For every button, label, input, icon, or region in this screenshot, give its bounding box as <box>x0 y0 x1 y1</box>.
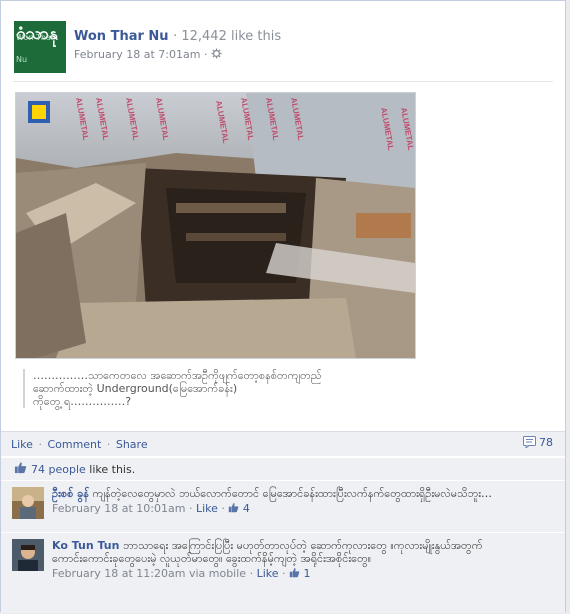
meta-separator: · <box>249 567 254 580</box>
action-links: Like · Comment · Share <box>11 438 148 451</box>
action-separator: · <box>106 438 111 451</box>
likes-suffix: like this. <box>85 463 136 476</box>
post-photo[interactable]: ALUMETAL ALUMETAL ALUMETAL ALUMETAL ALUM… <box>15 92 416 359</box>
caption-line: ဆောက်ထားတဲ့ Underground(မြေအောက်ခန်း) <box>33 382 238 395</box>
comment-meta: February 18 at 11:20am via mobile · Like… <box>52 567 542 580</box>
gear-icon[interactable] <box>211 48 222 59</box>
thumbs-up-icon <box>14 462 27 474</box>
post-card: ဝံသာနု Won Thar Nu Won Thar Nu · 12,442 … <box>0 0 566 613</box>
comment-count-number: 78 <box>539 436 553 449</box>
comment-timestamp[interactable]: February 18 at 10:01am <box>52 502 185 515</box>
caption-line: ……………သာကေတလေ အဆောက်အဦကိုဖျက်တော့စနစ်တကျတ… <box>33 369 322 382</box>
thumbs-up-icon <box>229 503 239 513</box>
comment-meta: February 18 at 10:01am · Like · 4 <box>52 502 542 515</box>
post-timestamp[interactable]: February 18 at 7:01am <box>74 48 200 61</box>
likes-text: 74 people like this. <box>31 463 135 476</box>
author-name-link[interactable]: Won Thar Nu <box>74 29 169 44</box>
meta-separator: · <box>188 502 193 515</box>
comment-like-button[interactable]: Like <box>196 502 218 515</box>
commenter-name[interactable]: Ko Tun Tun <box>52 539 119 552</box>
likes-summary: 74 people like this. <box>1 457 565 480</box>
post-author: Won Thar Nu · 12,442 like this <box>74 29 281 44</box>
comment-body: ဦးစစ် ခွန် ကျန်တဲ့လေတွေမှာလဲ ဘယ်လောက်တော… <box>52 487 542 515</box>
share-button[interactable]: Share <box>116 438 148 451</box>
commenter-avatar[interactable] <box>12 487 44 519</box>
page-avatar[interactable]: ဝံသာနု Won Thar Nu <box>14 21 66 73</box>
comment-body: Ko Tun Tun ဘာသာရေး အကြောင်းပြပြီး မဟုတ်တ… <box>52 539 542 580</box>
comment-like-count[interactable]: 1 <box>304 567 311 580</box>
comment-button[interactable]: Comment <box>47 438 101 451</box>
comment-count[interactable]: 78 <box>522 436 553 450</box>
comment-icon <box>522 436 536 450</box>
likes-people-link[interactable]: 74 people <box>31 463 86 476</box>
post-actions-bar: Like · Comment · Share 78 <box>1 431 565 456</box>
meta-separator: · <box>203 48 208 61</box>
caption-line: ကိုတွေ့ ရ……………? <box>33 395 132 408</box>
action-separator: · <box>38 438 42 451</box>
comment-like-button[interactable]: Like <box>257 567 279 580</box>
comment-timestamp[interactable]: February 18 at 11:20am <box>52 567 185 580</box>
photo-image: ALUMETAL ALUMETAL ALUMETAL ALUMETAL ALUM… <box>16 93 415 358</box>
post-meta: February 18 at 7:01am · <box>74 48 222 61</box>
commenter-avatar[interactable] <box>12 539 44 571</box>
comment-item: Ko Tun Tun ဘာသာရေး အကြောင်းပြပြီး မဟုတ်တ… <box>1 532 565 613</box>
post-caption: ……………သာကေတလေ အဆောက်အဦကိုဖျက်တော့စနစ်တကျတ… <box>23 369 393 408</box>
comment-via: via mobile <box>188 567 247 580</box>
thumbs-up-icon <box>289 568 300 578</box>
comment-text: ကျန်တဲ့လေတွေမှာလဲ ဘယ်လောက်တောင် မြေအောင်… <box>88 487 493 500</box>
avatar-subtitle: Won Thar Nu <box>16 33 55 64</box>
comment-like-count[interactable]: 4 <box>243 502 250 515</box>
meta-separator: · <box>221 502 225 515</box>
commenter-name[interactable]: ဦးစစ် ခွန် <box>52 487 89 500</box>
like-button[interactable]: Like <box>11 438 33 451</box>
page-like-count: · 12,442 like this <box>173 29 282 44</box>
header-divider <box>13 81 553 82</box>
meta-separator: · <box>282 567 286 580</box>
comment-item: ဦးစစ် ခွန် ကျန်တဲ့လေတွေမှာလဲ ဘယ်လောက်တော… <box>1 480 565 532</box>
